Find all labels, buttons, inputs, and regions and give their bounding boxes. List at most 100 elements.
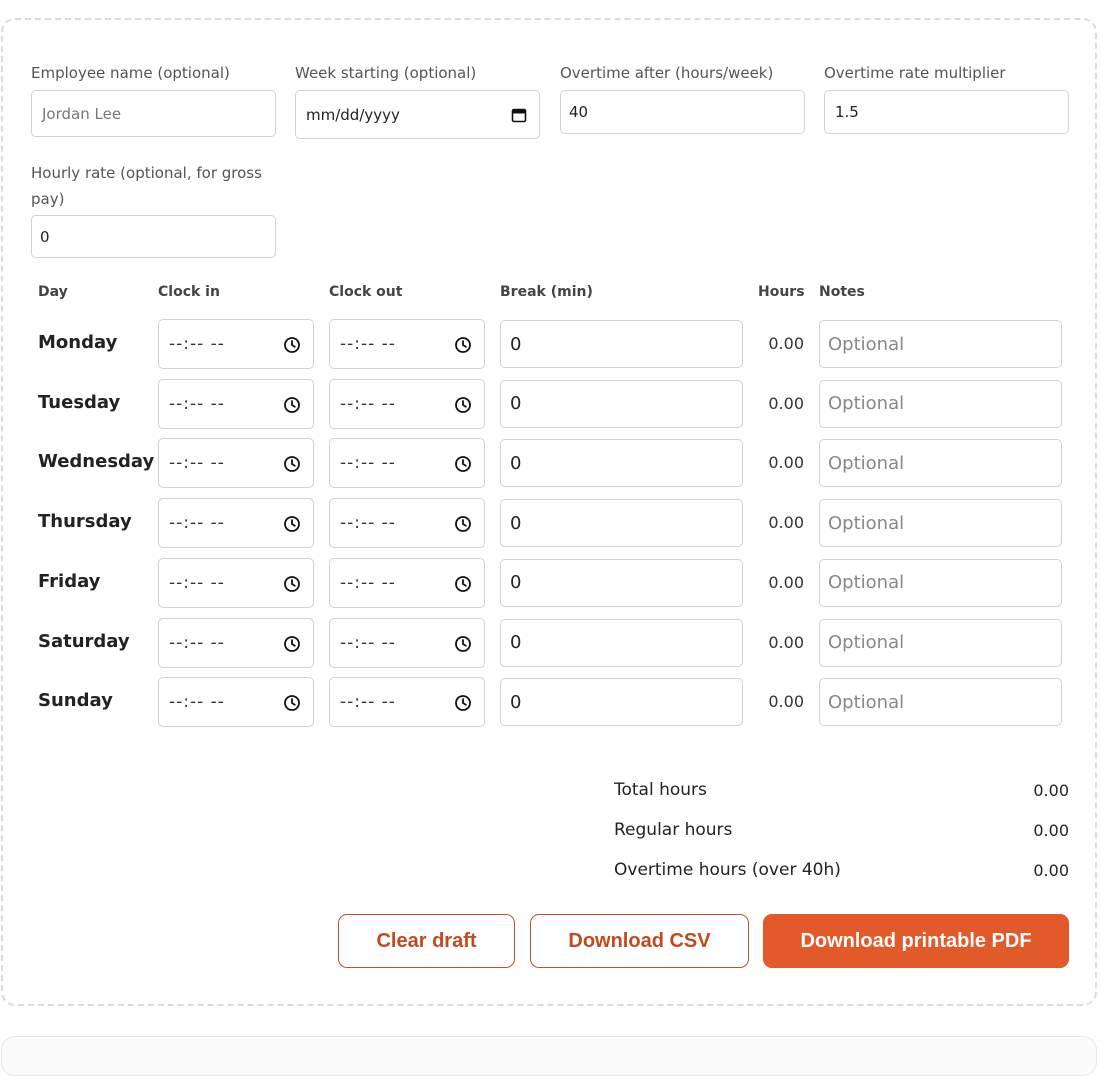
hourly-rate-label-line1: Hourly rate (optional, for gross — [31, 164, 262, 182]
clock-in-input[interactable]: --:-- -- — [158, 319, 314, 369]
clock-in-placeholder: --:-- -- — [169, 453, 225, 474]
day-label: Monday — [38, 332, 118, 353]
overtime-multiplier-label: Overtime rate multiplier — [824, 64, 1006, 82]
overtime-multiplier-input[interactable]: 1.5 — [824, 90, 1069, 134]
break-minutes-input[interactable]: 0 — [500, 618, 743, 667]
hourly-rate-input[interactable]: 0 — [31, 215, 276, 258]
clock-in-input[interactable]: --:-- -- — [158, 438, 314, 489]
column-header-day: Day — [38, 284, 68, 300]
clock-out-placeholder: --:-- -- — [340, 632, 396, 653]
clock-out-placeholder: --:-- -- — [340, 393, 396, 414]
clock-out-input[interactable]: --:-- -- — [329, 677, 485, 728]
employee-name-placeholder: Jordan Lee — [42, 104, 122, 123]
clock-in-input[interactable]: --:-- -- — [158, 557, 314, 608]
notes-placeholder: Optional — [828, 512, 905, 534]
day-label: Wednesday — [38, 451, 155, 473]
clock-out-input[interactable]: --:-- -- — [329, 557, 485, 608]
week-starting-placeholder: mm/dd/yyyy — [306, 105, 400, 124]
break-minutes-input[interactable]: 0 — [500, 379, 743, 428]
clock-icon[interactable] — [454, 575, 472, 593]
clock-out-input[interactable]: --:-- -- — [329, 378, 485, 429]
row-hours-value: 0.00 — [768, 334, 804, 353]
column-header-clock-out: Clock out — [329, 284, 403, 300]
notes-input[interactable]: Optional — [819, 379, 1062, 428]
overtime-after-input[interactable]: 40 — [560, 90, 805, 134]
overtime-multiplier-value: 1.5 — [835, 103, 859, 121]
overtime-after-value: 40 — [569, 103, 589, 121]
employee-name-input[interactable]: Jordan Lee — [31, 90, 276, 137]
clock-icon[interactable] — [454, 515, 472, 533]
clock-out-placeholder: --:-- -- — [340, 513, 396, 534]
clear-draft-button[interactable]: Clear draft — [338, 914, 515, 968]
week-starting-label: Week starting (optional) — [295, 64, 477, 82]
clock-icon[interactable] — [454, 396, 472, 414]
clock-in-input[interactable]: --:-- -- — [158, 617, 314, 668]
clock-out-input[interactable]: --:-- -- — [329, 617, 485, 668]
clock-in-input[interactable]: --:-- -- — [158, 677, 314, 728]
clock-out-input[interactable]: --:-- -- — [329, 319, 485, 369]
clock-in-input[interactable]: --:-- -- — [158, 378, 314, 429]
clock-in-input[interactable]: --:-- -- — [158, 498, 314, 549]
clock-icon[interactable] — [283, 455, 301, 473]
break-minutes-value: 0 — [510, 452, 522, 474]
clock-in-placeholder: --:-- -- — [169, 572, 225, 593]
total-hours-value: 0.00 — [1033, 781, 1069, 800]
break-minutes-value: 0 — [510, 333, 522, 355]
notes-input[interactable]: Optional — [819, 618, 1062, 667]
day-label: Tuesday — [38, 391, 121, 413]
break-minutes-value: 0 — [510, 572, 522, 594]
week-starting-input[interactable]: mm/dd/yyyy — [295, 90, 540, 139]
break-minutes-input[interactable]: 0 — [500, 320, 743, 368]
clock-icon[interactable] — [283, 396, 301, 414]
notes-input[interactable]: Optional — [819, 499, 1062, 548]
clock-out-input[interactable]: --:-- -- — [329, 498, 485, 549]
hourly-rate-value: 0 — [40, 227, 50, 246]
row-hours-value: 0.00 — [768, 513, 804, 533]
clock-out-placeholder: --:-- -- — [340, 572, 396, 593]
overtime-hours-label: Overtime hours (over 40h) — [614, 860, 841, 880]
break-minutes-value: 0 — [510, 393, 522, 415]
column-header-clock-in: Clock in — [158, 284, 220, 300]
download-pdf-button[interactable]: Download printable PDF — [763, 914, 1069, 968]
clock-out-input[interactable]: --:-- -- — [329, 438, 485, 489]
clock-icon[interactable] — [454, 635, 472, 653]
clock-out-placeholder: --:-- -- — [340, 334, 396, 354]
break-minutes-input[interactable]: 0 — [500, 678, 743, 727]
break-minutes-input[interactable]: 0 — [500, 439, 743, 488]
notes-input[interactable]: Optional — [819, 678, 1062, 727]
hourly-rate-label: Hourly rate (optional, for gross pay) — [31, 160, 262, 212]
hourly-rate-label-line2: pay) — [31, 190, 65, 208]
notes-input[interactable]: Optional — [819, 320, 1062, 368]
calendar-icon[interactable] — [511, 107, 527, 123]
clock-icon[interactable] — [283, 635, 301, 653]
break-minutes-value: 0 — [510, 512, 522, 534]
notes-placeholder: Optional — [828, 572, 905, 594]
notes-placeholder: Optional — [828, 632, 905, 653]
clock-in-placeholder: --:-- -- — [169, 334, 225, 354]
day-label: Thursday — [38, 511, 132, 533]
notes-placeholder: Optional — [828, 691, 905, 713]
notes-input[interactable]: Optional — [819, 439, 1062, 488]
break-minutes-input[interactable]: 0 — [500, 499, 743, 548]
break-minutes-input[interactable]: 0 — [500, 558, 743, 607]
clock-in-placeholder: --:-- -- — [169, 513, 225, 534]
regular-hours-label: Regular hours — [614, 820, 733, 840]
row-hours-value: 0.00 — [768, 632, 804, 652]
row-hours-value: 0.00 — [768, 572, 804, 592]
next-section-card — [1, 1036, 1097, 1076]
column-header-hours: Hours — [758, 284, 805, 300]
clock-icon[interactable] — [283, 515, 301, 533]
clock-icon[interactable] — [283, 336, 301, 354]
clock-icon[interactable] — [454, 336, 472, 354]
download-csv-button[interactable]: Download CSV — [530, 914, 749, 968]
clock-icon[interactable] — [283, 575, 301, 593]
notes-input[interactable]: Optional — [819, 558, 1062, 607]
clock-in-placeholder: --:-- -- — [169, 632, 225, 653]
clock-icon[interactable] — [283, 694, 301, 712]
clock-icon[interactable] — [454, 455, 472, 473]
overtime-after-label: Overtime after (hours/week) — [560, 64, 774, 82]
column-header-notes: Notes — [819, 284, 865, 300]
clock-in-placeholder: --:-- -- — [169, 692, 225, 713]
clock-icon[interactable] — [454, 694, 472, 712]
total-hours-label: Total hours — [614, 780, 707, 800]
